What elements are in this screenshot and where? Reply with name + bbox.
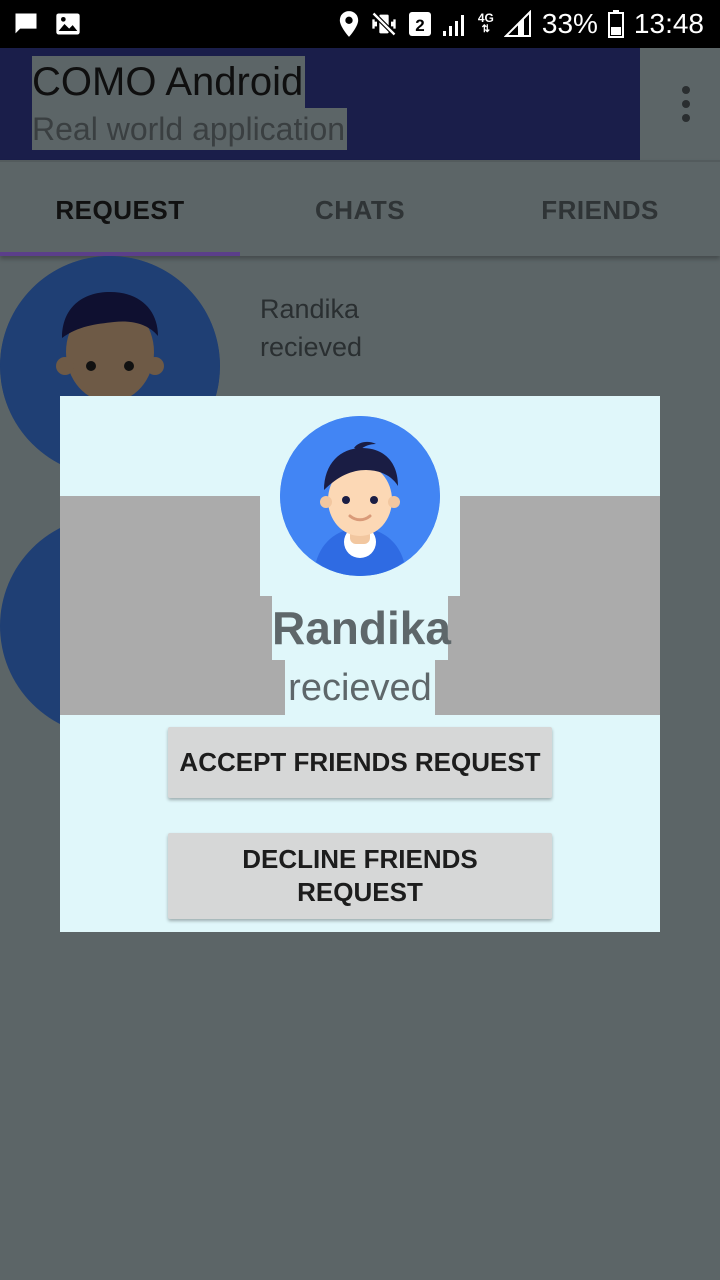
vibrate-mute-icon <box>370 10 398 38</box>
app-title: COMO Android <box>32 56 306 108</box>
decline-request-label-line1: DECLINE FRIENDS <box>242 844 478 874</box>
clock: 13:48 <box>633 8 704 39</box>
friend-request-dialog: Randika recieved ACCEPT FRIENDS REQUEST … <box>60 396 660 932</box>
user-avatar-icon <box>280 416 440 576</box>
app-subtitle: Real world application <box>32 108 348 150</box>
tab-chats-label: CHATS <box>314 194 406 225</box>
network-4g-icon: 4G ⇅ <box>477 11 494 35</box>
more-vert-icon[interactable] <box>678 86 694 122</box>
tab-request[interactable]: REQUEST <box>0 162 240 258</box>
dialog-name: Randika <box>272 596 451 660</box>
tab-friends[interactable]: FRIENDS <box>480 162 720 258</box>
decline-request-label-line2: REQUEST <box>297 877 423 907</box>
tab-request-label: REQUEST <box>55 194 185 225</box>
location-icon <box>338 10 360 38</box>
sim-icon: 2 <box>408 10 432 38</box>
status-bar: 2 4G ⇅ 33% 13:48 <box>0 0 720 48</box>
sim-badge-text: 2 <box>415 16 424 35</box>
decline-request-button[interactable]: DECLINE FRIENDS REQUEST <box>168 833 552 919</box>
tab-chats[interactable]: CHATS <box>240 162 480 258</box>
image-icon <box>54 10 82 38</box>
dialog-status: recieved <box>285 661 435 715</box>
tab-friends-label: FRIENDS <box>541 194 659 225</box>
list-item-name: Randika <box>260 294 360 324</box>
battery-icon <box>607 10 624 38</box>
network-type-label: 4G <box>477 11 494 25</box>
chat-icon <box>12 10 40 38</box>
accept-request-button[interactable]: ACCEPT FRIENDS REQUEST <box>168 727 552 798</box>
signal-weak-icon <box>442 11 468 37</box>
signal-icon <box>503 10 532 38</box>
title-block: COMO Android Real world application <box>32 56 348 150</box>
app-bar: COMO Android Real world application <box>0 48 720 160</box>
accept-request-label: ACCEPT FRIENDS REQUEST <box>179 747 541 777</box>
image-placeholder-left <box>60 496 260 715</box>
image-placeholder-right <box>460 496 660 715</box>
list-item-status: recieved <box>260 332 363 362</box>
battery-percent: 33% <box>541 8 598 39</box>
dialog-avatar <box>280 416 440 576</box>
tab-bar: REQUEST CHATS FRIENDS <box>0 160 720 256</box>
